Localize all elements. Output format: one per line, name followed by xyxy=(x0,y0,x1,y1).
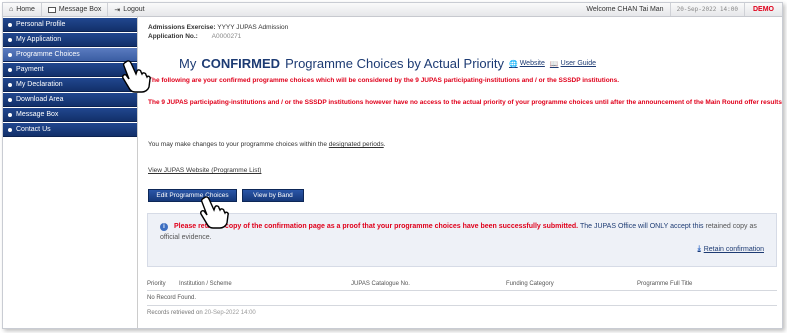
sidebar-item-label: Programme Choices xyxy=(16,51,80,58)
sidebar-item-payment[interactable]: Payment xyxy=(3,63,137,77)
table-header: Priority Institution / Scheme JUPAS Cata… xyxy=(147,277,777,291)
title-bold: CONFIRMED xyxy=(201,56,281,71)
admissions-exercise-label: Admissions Exercise: xyxy=(148,24,216,31)
change-note-prefix: You may make changes to your programme c… xyxy=(148,141,327,148)
priority-note: The 9 JUPAS participating-institutions a… xyxy=(148,99,783,106)
page-title: My CONFIRMED Programme Choices by Actual… xyxy=(179,56,596,71)
book-icon: 📖 xyxy=(549,60,559,68)
column-header-institution: Institution / Scheme xyxy=(179,280,232,287)
title-suffix: Programme Choices by Actual Priority xyxy=(285,56,504,71)
sidebar-item-contact-us[interactable]: Contact Us xyxy=(3,123,137,137)
sidebar-item-personal-profile[interactable]: Personal Profile xyxy=(3,18,137,32)
sidebar-item-my-declaration[interactable]: My Declaration xyxy=(3,78,137,92)
sidebar-item-download-area[interactable]: Download Area xyxy=(3,93,137,107)
bullet-icon xyxy=(8,97,12,102)
empty-row: No Record Found. xyxy=(147,291,777,306)
logout-link[interactable]: ⇥ Logout xyxy=(108,3,150,16)
notice-red-text: Please retain a copy of the confirmation… xyxy=(173,223,579,230)
globe-icon: 🌐 xyxy=(508,60,518,68)
notice-text: i Please retain a copy of the confirmati… xyxy=(160,221,765,243)
notice-blue-text: The JUPAS Office will ONLY accept this xyxy=(579,223,704,230)
column-header-title: Programme Full Title xyxy=(637,280,693,287)
confirmed-note: The following are your confirmed program… xyxy=(148,77,620,84)
logout-label: Logout xyxy=(123,6,145,13)
home-link[interactable]: ⌂ Home xyxy=(3,3,42,16)
retrieved-value: 20-Sep-2022 14:00 xyxy=(204,310,256,316)
admissions-exercise-row: Admissions Exercise: YYYY JUPAS Admissio… xyxy=(148,24,288,31)
user-info: Welcome CHAN Tai Man 20-Sep-2022 14:00 D… xyxy=(580,3,782,16)
sidebar-item-label: Contact Us xyxy=(16,126,51,133)
title-prefix: My xyxy=(179,56,197,71)
sidebar-item-label: My Application xyxy=(16,36,62,43)
home-label: Home xyxy=(16,6,35,13)
sidebar-item-programme-choices[interactable]: Programme Choices xyxy=(3,48,137,62)
change-note: You may make changes to your programme c… xyxy=(148,141,386,148)
column-header-funding: Funding Category xyxy=(506,280,554,287)
application-window: ⌂ Home Message Box ⇥ Logout Welcome CHAN… xyxy=(2,2,783,329)
retain-confirmation-label: Retain confirmation xyxy=(703,245,764,253)
main-content: Admissions Exercise: YYYY JUPAS Admissio… xyxy=(139,17,782,328)
retain-confirmation-link[interactable]: ⤓ Retain confirmation xyxy=(698,245,764,253)
column-header-priority: Priority xyxy=(147,280,166,287)
top-bar: ⌂ Home Message Box ⇥ Logout Welcome CHAN… xyxy=(3,3,782,17)
application-no-row: Application No.: A0000271 xyxy=(148,33,241,40)
hand-cursor-icon xyxy=(200,196,229,229)
sidebar-item-label: Message Box xyxy=(16,111,59,118)
envelope-icon xyxy=(47,6,56,13)
retrieved-label: Records retrieved on xyxy=(147,310,203,316)
message-box-link[interactable]: Message Box xyxy=(42,3,109,16)
bullet-icon xyxy=(8,127,12,132)
view-by-band-button[interactable]: View by Band xyxy=(242,189,304,202)
sidebar-item-label: Payment xyxy=(16,66,44,73)
user-guide-link[interactable]: 📖 User Guide xyxy=(550,60,596,68)
bullet-icon xyxy=(8,67,12,72)
demo-badge: DEMO xyxy=(753,6,774,13)
column-header-catalogue: JUPAS Catalogue No. xyxy=(351,280,410,287)
bullet-icon xyxy=(8,22,12,27)
sidebar-item-my-application[interactable]: My Application xyxy=(3,33,137,47)
sidebar: Personal Profile My Application Programm… xyxy=(3,17,138,328)
download-icon: ⤓ xyxy=(697,245,701,252)
bullet-icon xyxy=(8,82,12,87)
hand-cursor-icon xyxy=(122,60,151,93)
sidebar-item-label: Download Area xyxy=(16,96,64,103)
sidebar-item-label: Personal Profile xyxy=(16,21,66,28)
bullet-icon xyxy=(8,112,12,117)
programme-list-link[interactable]: View JUPAS Website (Programme List) xyxy=(148,167,261,174)
bullet-icon xyxy=(8,52,12,57)
website-link[interactable]: 🌐 Website xyxy=(509,60,545,68)
info-icon: i xyxy=(160,223,168,231)
website-link-label: Website xyxy=(519,60,545,67)
welcome-text: Welcome CHAN Tai Man xyxy=(580,3,671,16)
login-datetime: 20-Sep-2022 14:00 xyxy=(671,3,745,16)
logout-icon: ⇥ xyxy=(114,6,121,14)
user-guide-label: User Guide xyxy=(560,60,596,67)
sidebar-item-label: My Declaration xyxy=(16,81,63,88)
bullet-icon xyxy=(8,37,12,42)
admissions-exercise-value: YYYY JUPAS Admission xyxy=(217,24,289,31)
sidebar-item-message-box[interactable]: Message Box xyxy=(3,108,137,122)
message-box-label: Message Box xyxy=(58,6,102,13)
home-icon: ⌂ xyxy=(9,6,14,13)
designated-periods-link[interactable]: designated periods xyxy=(329,141,384,148)
retrieved-info: Records retrieved on 20-Sep-2022 14:00 xyxy=(147,306,777,320)
application-no-label: Application No.: xyxy=(148,33,198,40)
application-no-value: A0000271 xyxy=(211,33,242,40)
change-note-suffix: . xyxy=(383,141,386,148)
programme-table: Priority Institution / Scheme JUPAS Cata… xyxy=(147,277,777,320)
retain-notice: i Please retain a copy of the confirmati… xyxy=(147,213,777,267)
